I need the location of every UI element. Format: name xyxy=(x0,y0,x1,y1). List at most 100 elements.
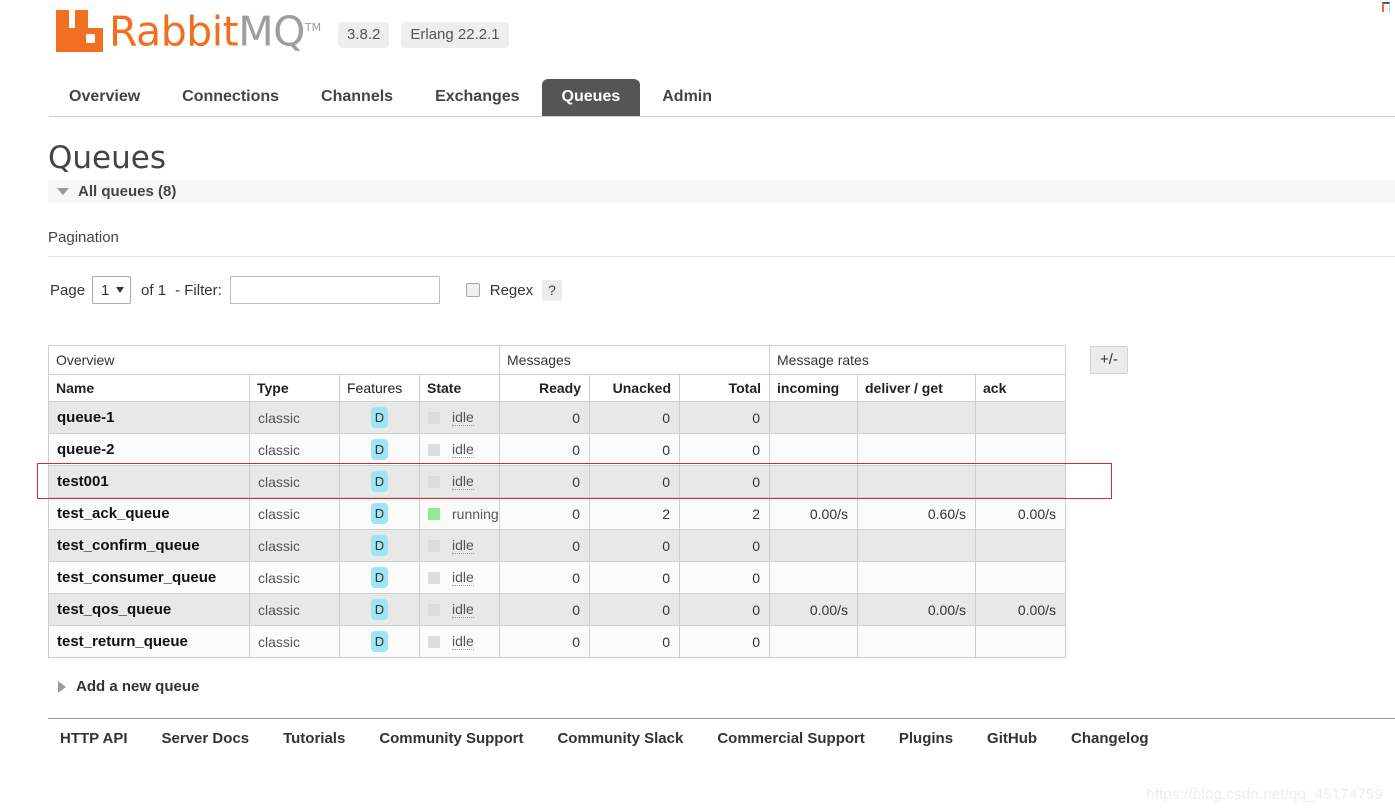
footer-link[interactable]: Server Docs xyxy=(162,730,250,747)
filter-input[interactable] xyxy=(229,276,440,304)
durable-badge[interactable]: D xyxy=(371,567,388,588)
rabbit-head-icon xyxy=(56,9,106,52)
erlang-version-badge: Erlang 22.2.1 xyxy=(401,22,509,48)
table-row[interactable]: test_consumer_queue classic Didle 0 0 0 xyxy=(48,561,1066,594)
state-label: idle xyxy=(452,633,474,650)
queue-incoming-cell xyxy=(769,625,858,658)
queue-features-cell: D xyxy=(339,433,420,466)
chevron-down-icon[interactable] xyxy=(57,188,69,195)
queue-unacked-cell: 0 xyxy=(589,561,680,594)
queue-ready-cell: 0 xyxy=(499,561,590,594)
state-square-icon xyxy=(428,635,440,648)
queue-ack-cell xyxy=(975,401,1066,434)
rabbitmq-logo[interactable]: RabbitMQTM xyxy=(56,6,321,52)
queue-name-cell[interactable]: test_ack_queue xyxy=(48,497,250,530)
table-row[interactable]: test_ack_queue classic Drunning 0 2 2 0.00/s 0.… xyxy=(48,497,1066,530)
trademark-symbol: TM xyxy=(304,21,322,34)
version-badges: 3.8.2 Erlang 22.2.1 xyxy=(338,22,509,48)
column-header-total[interactable]: Total xyxy=(679,374,770,402)
footer-link[interactable]: Community Support xyxy=(379,730,523,747)
column-header-state[interactable]: State xyxy=(419,374,500,402)
durable-badge[interactable]: D xyxy=(371,471,388,492)
add-new-queue-section[interactable]: Add a new queue xyxy=(48,678,199,695)
queue-incoming-cell xyxy=(769,529,858,562)
regex-help-button[interactable]: ? xyxy=(542,279,562,301)
table-row[interactable]: test_confirm_queue classic Didle 0 0 0 xyxy=(48,529,1066,562)
all-queues-section-header[interactable]: All queues (8) xyxy=(48,180,1395,203)
column-header-type[interactable]: Type xyxy=(249,374,340,402)
column-header-ready[interactable]: Ready xyxy=(499,374,590,402)
queue-name-cell[interactable]: test_return_queue xyxy=(48,625,250,658)
durable-badge[interactable]: D xyxy=(371,503,388,524)
column-header-row: Name Type Features State Ready Unacked T… xyxy=(48,374,1066,402)
queue-name-cell[interactable]: test_qos_queue xyxy=(48,593,250,626)
durable-badge[interactable]: D xyxy=(371,599,388,620)
durable-badge[interactable]: D xyxy=(371,439,388,460)
regex-checkbox[interactable] xyxy=(465,283,480,297)
queues-table-body: queue-1 classic Didle 0 0 0 queue-2 classic Didl… xyxy=(48,401,1066,658)
state-square-icon xyxy=(428,411,440,424)
column-header-incoming[interactable]: incoming xyxy=(769,374,858,402)
queue-ready-cell: 0 xyxy=(499,401,590,434)
queue-ack-cell xyxy=(975,433,1066,466)
queue-deliver-get-cell xyxy=(857,465,976,498)
queue-name-cell[interactable]: queue-2 xyxy=(48,433,250,466)
queue-unacked-cell: 2 xyxy=(589,497,680,530)
tab-channels[interactable]: Channels xyxy=(301,79,413,116)
queue-ack-cell: 0.00/s xyxy=(975,497,1066,530)
state-indicator: idle xyxy=(428,409,499,426)
queue-ready-cell: 0 xyxy=(499,625,590,658)
queue-deliver-get-cell xyxy=(857,433,976,466)
queue-deliver-get-cell xyxy=(857,561,976,594)
queue-unacked-cell: 0 xyxy=(589,593,680,626)
toggle-columns-button[interactable]: +/- xyxy=(1090,346,1128,374)
table-row[interactable]: test_return_queue classic Didle 0 0 0 xyxy=(48,625,1066,658)
table-row[interactable]: test001 classic Didle 0 0 0 xyxy=(48,465,1066,498)
tab-admin[interactable]: Admin xyxy=(642,79,732,116)
table-row[interactable]: queue-1 classic Didle 0 0 0 xyxy=(48,401,1066,434)
table-row[interactable]: queue-2 classic Didle 0 0 0 xyxy=(48,433,1066,466)
queue-total-cell: 0 xyxy=(679,625,770,658)
footer-link[interactable]: Community Slack xyxy=(557,730,683,747)
tab-connections[interactable]: Connections xyxy=(162,79,299,116)
footer-link[interactable]: Commercial Support xyxy=(717,730,865,747)
queue-ack-cell xyxy=(975,529,1066,562)
state-square-icon xyxy=(428,539,440,552)
column-header-features[interactable]: Features xyxy=(339,374,420,402)
column-header-deliver-get[interactable]: deliver / get xyxy=(857,374,976,402)
queue-state-cell: idle xyxy=(419,433,500,466)
tab-queues[interactable]: Queues xyxy=(541,79,641,116)
tab-exchanges[interactable]: Exchanges xyxy=(415,79,539,116)
queue-name-cell[interactable]: test_consumer_queue xyxy=(48,561,250,594)
table-row[interactable]: test_qos_queue classic Didle 0 0 0 0.00/s 0.00/… xyxy=(48,593,1066,626)
queue-name-cell[interactable]: queue-1 xyxy=(48,401,250,434)
footer-link[interactable]: HTTP API xyxy=(60,730,128,747)
brand-name-rabbit: Rabbit xyxy=(109,7,239,56)
tab-overview[interactable]: Overview xyxy=(49,79,160,116)
durable-badge[interactable]: D xyxy=(371,407,388,428)
state-indicator: running xyxy=(428,506,499,522)
queue-ack-cell xyxy=(975,561,1066,594)
page-title: Queues xyxy=(48,140,166,176)
column-header-unacked[interactable]: Unacked xyxy=(589,374,680,402)
queue-deliver-get-cell xyxy=(857,625,976,658)
column-header-ack[interactable]: ack xyxy=(975,374,1066,402)
footer-link[interactable]: GitHub xyxy=(987,730,1037,747)
state-indicator: idle xyxy=(428,473,499,490)
durable-badge[interactable]: D xyxy=(371,535,388,556)
queue-name-cell[interactable]: test_confirm_queue xyxy=(48,529,250,562)
footer-link[interactable]: Tutorials xyxy=(283,730,345,747)
rabbit-body xyxy=(56,27,103,52)
queue-name-cell[interactable]: test001 xyxy=(48,465,250,498)
page-select[interactable]: 1 xyxy=(92,276,132,304)
queue-ack-cell: 0.00/s xyxy=(975,593,1066,626)
queue-total-cell: 0 xyxy=(679,593,770,626)
footer-link[interactable]: Plugins xyxy=(899,730,953,747)
queues-table: Overview Messages Message rates Name Typ… xyxy=(48,345,1066,658)
brand-name-mq: MQ xyxy=(238,7,305,56)
column-header-name[interactable]: Name xyxy=(48,374,250,402)
durable-badge[interactable]: D xyxy=(371,631,388,652)
pagination-heading: Pagination xyxy=(48,229,119,246)
all-queues-label: All queues (8) xyxy=(78,183,177,200)
footer-link[interactable]: Changelog xyxy=(1071,730,1149,747)
